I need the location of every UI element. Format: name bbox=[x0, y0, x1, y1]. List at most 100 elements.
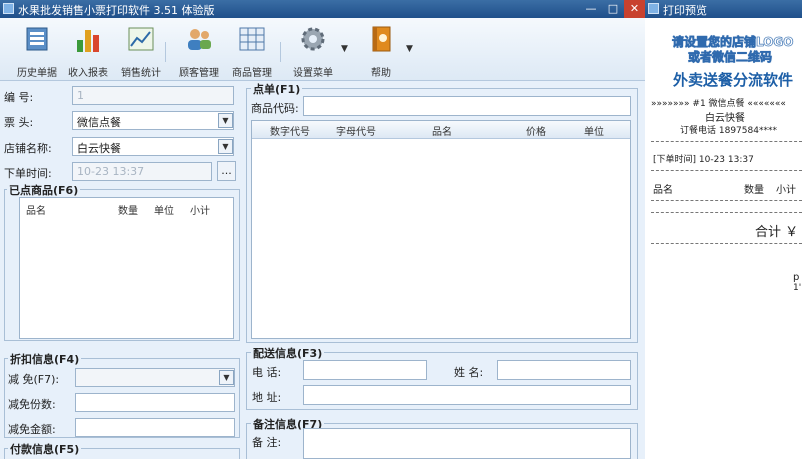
shop-name-value: 白云快餐 bbox=[77, 142, 121, 155]
goods-management-label: 商品管理 bbox=[232, 68, 272, 79]
window-title: 水果批发销售小票打印软件 3.51 体验版 bbox=[18, 4, 215, 17]
preview-col-name: 品名 bbox=[653, 185, 673, 196]
preview-stub: p bbox=[793, 272, 800, 283]
delivery-title: 配送信息(F3) bbox=[251, 345, 325, 361]
help-label: 帮助 bbox=[371, 68, 391, 79]
sales-stats-label: 销售统计 bbox=[121, 68, 161, 79]
close-button[interactable]: ✕ bbox=[624, 0, 645, 18]
address-label: 地 址: bbox=[252, 391, 282, 404]
reduce-select[interactable] bbox=[75, 368, 235, 387]
preview-divider bbox=[651, 170, 802, 171]
minimize-button[interactable]: — bbox=[580, 0, 602, 18]
preview-col-qty: 数量 bbox=[744, 185, 764, 196]
preview-divider bbox=[651, 200, 802, 201]
history-orders-button[interactable]: 历史单据 bbox=[17, 24, 57, 79]
help-book-icon bbox=[372, 26, 391, 52]
shop-dropdown-icon[interactable]: ▼ bbox=[218, 139, 233, 154]
header-select-value: 微信点餐 bbox=[77, 116, 121, 129]
note-input[interactable] bbox=[303, 428, 631, 459]
goods-management-button[interactable]: 商品管理 bbox=[232, 24, 272, 79]
reduce-label: 减 免(F7): bbox=[8, 373, 60, 386]
bar-chart-icon bbox=[77, 30, 99, 52]
order-time-field[interactable]: 10-23 13:37 bbox=[72, 162, 212, 181]
help-dropdown-icon[interactable]: ▼ bbox=[406, 44, 413, 54]
header-dropdown-icon[interactable]: ▼ bbox=[218, 113, 233, 128]
preview-title-bar[interactable]: 打印预览 bbox=[645, 0, 802, 18]
help-button[interactable]: 帮助 bbox=[366, 24, 396, 79]
customer-name-label: 姓 名: bbox=[454, 366, 484, 379]
goods-code-label: 商品代码: bbox=[251, 102, 299, 115]
settings-menu-button[interactable]: 设置菜单 bbox=[293, 24, 333, 79]
pick-time-button[interactable]: ... bbox=[217, 161, 236, 181]
ordered-col-name: 品名 bbox=[26, 206, 46, 217]
settings-dropdown-icon[interactable]: ▼ bbox=[341, 44, 348, 54]
header-select[interactable]: 微信点餐 bbox=[72, 111, 234, 130]
phone-input[interactable] bbox=[303, 360, 427, 380]
number-field[interactable]: 1 bbox=[72, 86, 234, 105]
ordered-col-subtotal: 小计 bbox=[190, 206, 210, 217]
preview-logo-line2: 或者微信二维码 bbox=[688, 50, 773, 65]
goods-table[interactable]: 数字代号 字母代号 品名 价格 单位 bbox=[251, 120, 631, 339]
customer-management-button[interactable]: 顾客管理 bbox=[179, 24, 219, 79]
main-window: 水果批发销售小票打印软件 3.51 体验版 — □ ✕ 历史单据 收入报表 销售… bbox=[0, 0, 645, 459]
payment-title: 付款信息(F5) bbox=[8, 441, 82, 457]
customer-management-label: 顾客管理 bbox=[179, 68, 219, 79]
preview-col-subtotal: 小计 bbox=[776, 185, 796, 196]
toolbar: 历史单据 收入报表 销售统计 顾客管理 商品管理 设置菜单 ▼ 帮助 ▼ bbox=[0, 18, 645, 81]
history-orders-label: 历史单据 bbox=[17, 68, 57, 79]
preview-divider bbox=[651, 141, 802, 142]
goods-table-header: 数字代号 字母代号 品名 价格 单位 bbox=[252, 121, 630, 139]
goods-grid-icon bbox=[239, 27, 265, 51]
number-label: 编 号: bbox=[4, 91, 34, 104]
reduce-share-input[interactable] bbox=[75, 393, 235, 412]
goods-col-number-code[interactable]: 数字代号 bbox=[270, 123, 310, 138]
reduce-amount-label: 减免金额: bbox=[8, 423, 56, 436]
goods-col-unit[interactable]: 单位 bbox=[584, 123, 604, 138]
preview-app-icon bbox=[648, 3, 659, 14]
print-preview-window: 打印预览 请设置您的店铺LOGO 或者微信二维码 外卖送餐分流软件 »»»»»»… bbox=[645, 0, 802, 459]
ordered-col-unit: 单位 bbox=[154, 206, 174, 217]
reduce-share-label: 减免份数: bbox=[8, 398, 56, 411]
ordered-col-qty: 数量 bbox=[118, 206, 138, 217]
ordered-items-title: 已点商品(F6) bbox=[7, 182, 81, 198]
income-report-label: 收入报表 bbox=[68, 68, 108, 79]
goods-col-letter-code[interactable]: 字母代号 bbox=[336, 123, 376, 138]
goods-code-input[interactable] bbox=[303, 96, 631, 116]
history-orders-icon bbox=[26, 27, 48, 51]
preview-total: 合计 ￥ bbox=[755, 225, 799, 240]
app-icon bbox=[3, 3, 14, 14]
sales-stats-button[interactable]: 销售统计 bbox=[121, 24, 161, 79]
customer-name-input[interactable] bbox=[497, 360, 631, 380]
reduce-dropdown-icon[interactable]: ▼ bbox=[219, 370, 234, 385]
title-bar[interactable]: 水果批发销售小票打印软件 3.51 体验版 — □ ✕ bbox=[0, 0, 645, 18]
toolbar-separator bbox=[165, 42, 166, 62]
maximize-button[interactable]: □ bbox=[602, 0, 624, 18]
toolbar-separator bbox=[280, 42, 281, 62]
note-label: 备 注: bbox=[252, 436, 282, 449]
preview-stub: 1' bbox=[793, 283, 802, 293]
preview-title: 打印预览 bbox=[663, 4, 707, 17]
preview-header-line: »»»»»»» #1 微信点餐 ««««««« bbox=[651, 99, 786, 109]
preview-slogan: 外卖送餐分流软件 bbox=[673, 71, 794, 89]
gear-icon bbox=[301, 27, 325, 51]
ordered-items-list[interactable]: 品名 数量 单位 小计 bbox=[19, 197, 234, 339]
discount-title: 折扣信息(F4) bbox=[8, 351, 82, 367]
income-report-button[interactable]: 收入报表 bbox=[68, 24, 108, 79]
settings-menu-label: 设置菜单 bbox=[293, 68, 333, 79]
address-input[interactable] bbox=[303, 385, 631, 405]
phone-label: 电 话: bbox=[252, 366, 282, 379]
preview-phone: 订餐电话 1897584**** bbox=[680, 126, 777, 136]
reduce-amount-input[interactable] bbox=[75, 418, 235, 437]
header-label: 票 头: bbox=[4, 116, 34, 129]
preview-divider bbox=[651, 212, 802, 213]
goods-col-price[interactable]: 价格 bbox=[526, 123, 546, 138]
preview-time: [下单时间] 10-23 13:37 bbox=[653, 155, 754, 165]
preview-divider bbox=[651, 243, 802, 244]
order-time-label: 下单时间: bbox=[4, 167, 52, 180]
shop-name-label: 店铺名称: bbox=[4, 142, 52, 155]
line-chart-icon bbox=[128, 27, 154, 51]
goods-col-name[interactable]: 品名 bbox=[432, 123, 452, 138]
preview-shop: 白云快餐 bbox=[705, 113, 745, 124]
shop-name-select[interactable]: 白云快餐 bbox=[72, 137, 234, 156]
order-title: 点单(F1) bbox=[251, 81, 303, 97]
